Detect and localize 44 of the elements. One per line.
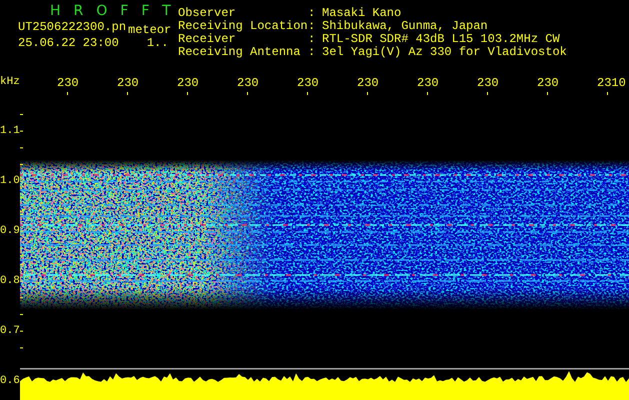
x-axis-label: 230 [117, 76, 139, 90]
mode-label: meteor [128, 22, 172, 38]
y-axis-label: 1.1 [0, 125, 20, 137]
tick-mark [67, 92, 68, 95]
y-axis-label: 0.9 [0, 225, 20, 237]
info-value: Shibukawa, Gunma, Japan [322, 21, 489, 33]
info-value: Masaki Kano [322, 8, 402, 20]
x-axis-label: 2310 [597, 76, 626, 90]
x-axis-label: 230 [57, 76, 79, 90]
y-axis-label: 1.0 [0, 175, 20, 187]
date-time: 25.06.22 23:00 [18, 35, 119, 51]
note-text: 1.. [146, 35, 168, 51]
file-name: UT2506222300.pn [18, 19, 126, 35]
x-axis-label: 230 [537, 76, 559, 90]
info-label: Observer [178, 8, 237, 20]
info-label: Receiving Antenna [178, 47, 302, 60]
x-axis-label: 230 [477, 76, 499, 90]
tick-mark [127, 92, 128, 95]
tick-mark [547, 92, 548, 95]
info-separator: : [308, 47, 316, 60]
info-label: Receiving Location [178, 21, 308, 33]
x-axis-label: 230 [357, 76, 379, 90]
tick-mark [367, 92, 368, 95]
info-separator: : [308, 21, 316, 34]
tick-mark [187, 92, 188, 95]
x-axis-label: 230 [417, 76, 439, 90]
info-value: RTL-SDR SDR# 43dB L15 103.2MHz CW [322, 34, 561, 46]
y-axis-label: 0.7 [0, 325, 20, 337]
x-axis-label: 230 [297, 76, 319, 90]
tick-mark [307, 92, 308, 95]
info-separator: : [308, 8, 316, 21]
app-title: HROFFT [49, 4, 178, 19]
tick-mark [247, 92, 248, 95]
info-separator: : [308, 34, 316, 47]
info-label: Receiver [178, 34, 237, 46]
axis-unit: kHz [0, 76, 21, 88]
x-axis-label: 230 [237, 76, 259, 90]
y-axis-label: 0.6 [0, 375, 20, 387]
info-value: 3el Yagi(V) Az 330 for Vladivostok [322, 47, 567, 60]
tick-mark [607, 92, 608, 95]
tick-mark [427, 92, 428, 95]
x-axis-label: 230 [177, 76, 199, 90]
y-axis-label: 0.8 [0, 275, 20, 287]
tick-mark [487, 92, 488, 95]
